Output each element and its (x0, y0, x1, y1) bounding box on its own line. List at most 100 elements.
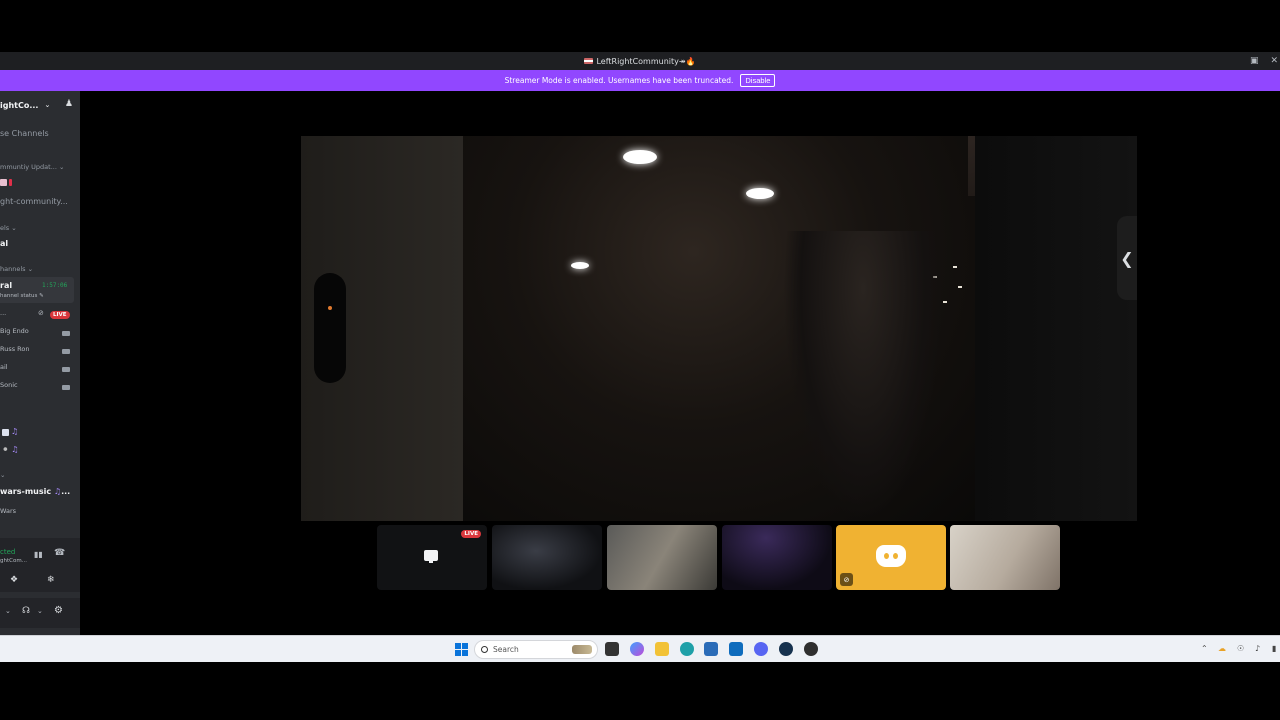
search-highlight-icon (572, 645, 592, 654)
steam-icon[interactable] (779, 642, 793, 656)
user-panel: ⌄ ☊ ⌄ ⚙ (0, 598, 80, 628)
category-updates[interactable]: mmuntiy Updat... ⌄ (0, 163, 64, 171)
channel-general-text[interactable]: al (0, 239, 8, 248)
voice-connection-panel: cted ghtCom... ▮▮ ☎ ❖ ❄ (0, 538, 80, 592)
emoji-row-3: ⚫ ♫ (2, 445, 18, 454)
window-titlebar: LeftRightCommunity↠🔥 ▣ ✕ (0, 52, 1280, 70)
tile-participant-video[interactable] (607, 525, 717, 590)
server-name: ightCo... (0, 100, 39, 110)
voice-timer: 1:57:06 (42, 282, 68, 289)
voice-user-streaming[interactable]: ... (0, 309, 6, 317)
mic-muted-icon: ⊘ (840, 573, 853, 586)
camera-icon (62, 347, 70, 356)
tile-screen-share[interactable]: LIVE (377, 525, 487, 590)
category-label: mmuntiy Updat... (0, 163, 57, 171)
channel-status-text: hannel status (0, 293, 38, 299)
copilot-icon[interactable] (630, 642, 644, 656)
activities-icon[interactable]: ❖ (10, 575, 18, 585)
search-placeholder: Search (493, 645, 519, 654)
live-badge: LIVE (461, 530, 481, 538)
windows-taskbar: Search ⌃ ☁ ☉ ♪ ▮ (0, 635, 1280, 662)
settings-gear-icon[interactable]: ⚙ (54, 605, 63, 616)
chevron-up-icon[interactable]: ⌃ (1201, 644, 1208, 653)
discord-icon[interactable] (754, 642, 768, 656)
channel-general-voice[interactable]: ral (0, 281, 12, 290)
live-label: LIVE (50, 311, 70, 319)
network-icon[interactable]: ☉ (1237, 644, 1244, 653)
mic-icon: ⚫ (2, 445, 9, 454)
tile-participant-video[interactable] (492, 525, 602, 590)
flag-icon (584, 58, 594, 64)
edge-browser-icon[interactable] (680, 642, 694, 656)
add-user-icon[interactable]: ♟ (65, 99, 73, 109)
category-channels-2[interactable]: hannels ⌄ (0, 265, 33, 273)
channel-community[interactable]: ght-community... (0, 197, 68, 206)
search-icon (481, 646, 488, 653)
chevron-down-icon[interactable]: ⌄ (37, 607, 43, 615)
outlook-icon[interactable] (729, 642, 743, 656)
category-label: hannels (0, 265, 26, 273)
focused-video-stream[interactable] (301, 136, 975, 521)
tile-participant-video[interactable] (950, 525, 1060, 590)
collapse-panel-toggle[interactable]: ❮ (1117, 216, 1137, 300)
stream-drag-handle[interactable] (314, 273, 346, 383)
window-title: LeftRightCommunity↠🔥 (584, 57, 696, 66)
inbox-icon[interactable]: ▣ (1250, 56, 1259, 66)
banner-message: Streamer Mode is enabled. Usernames have… (504, 76, 734, 85)
mic-muted-icon: ⊘ (38, 309, 44, 317)
soundboard-icon[interactable]: ❄ (47, 575, 55, 585)
onedrive-icon[interactable]: ☁ (1218, 644, 1226, 653)
chevron-down-icon: ⌄ (59, 163, 65, 171)
headphones-icon[interactable]: ☊ (22, 606, 30, 616)
voice-user-2[interactable]: Russ Ron (0, 345, 30, 353)
taskbar-search[interactable]: Search (474, 640, 598, 659)
discord-logo-icon (876, 545, 906, 567)
voice-user-name: Sonic (0, 381, 18, 389)
emoji-icon (0, 178, 7, 186)
volume-icon[interactable]: ♪ (1255, 644, 1260, 653)
music-note-icon: ♫ (8, 445, 19, 454)
channel-wars[interactable]: Wars (0, 507, 16, 515)
chevron-down-icon[interactable]: ⌄ (5, 607, 11, 615)
category-channels-1[interactable]: els ⌄ (0, 224, 17, 232)
chevron-down-icon: ⌄ (44, 101, 51, 109)
music-note-icon: ♫ (11, 427, 19, 436)
file-explorer-icon[interactable] (655, 642, 669, 656)
browse-channels-link[interactable]: se Channels (0, 129, 49, 138)
channel-music-label: wars-music (0, 487, 52, 496)
chrome-icon[interactable] (804, 642, 818, 656)
channel-sidebar: ightCo... ⌄ ♟ se Channels mmuntiy Updat.… (0, 91, 80, 635)
channel-status[interactable]: hannel status ✎ (0, 293, 44, 299)
exclamation-icon (9, 178, 12, 186)
tile-participant-video[interactable] (722, 525, 832, 590)
user-dots: ... (0, 309, 7, 317)
camera-icon (62, 329, 70, 338)
voice-user-4[interactable]: Sonic (0, 381, 18, 389)
battery-icon[interactable]: ▮ (1272, 644, 1276, 653)
ceiling-light (943, 301, 947, 303)
store-icon[interactable] (704, 642, 718, 656)
channel-music[interactable]: wars-music ♫... (0, 487, 70, 496)
close-icon[interactable]: ✕ (1270, 56, 1278, 66)
screen: LeftRightCommunity↠🔥 ▣ ✕ Streamer Mode i… (0, 0, 1280, 720)
chevron-down-icon[interactable]: ⌄ (0, 471, 5, 479)
disconnect-icon[interactable]: ☎ (54, 548, 65, 558)
voice-user-3[interactable]: ail (0, 363, 8, 371)
noise-suppression-icon[interactable]: ▮▮ (34, 550, 43, 559)
scene-cabinet (968, 136, 975, 196)
screen-share-icon (424, 550, 438, 563)
ceiling-light (958, 286, 962, 288)
disable-streamer-mode-button[interactable]: Disable (740, 74, 776, 87)
voice-user-1[interactable]: Big Endo (0, 327, 29, 335)
stream-right-pane (975, 136, 1137, 521)
tile-participant-avatar[interactable]: ⊘ (836, 525, 946, 590)
windows-start-icon[interactable] (455, 643, 468, 656)
camera-icon (62, 365, 70, 374)
server-header[interactable]: ightCo... ⌄ ♟ (0, 97, 80, 113)
task-view-icon[interactable] (605, 642, 619, 656)
voice-stage: ❮ LIVE ⊘ (80, 91, 1280, 635)
streamer-mode-banner: Streamer Mode is enabled. Usernames have… (0, 70, 1280, 91)
category-label: els (0, 224, 10, 232)
voice-user-name: Russ Ron (0, 345, 30, 353)
stream-scene (463, 136, 975, 521)
